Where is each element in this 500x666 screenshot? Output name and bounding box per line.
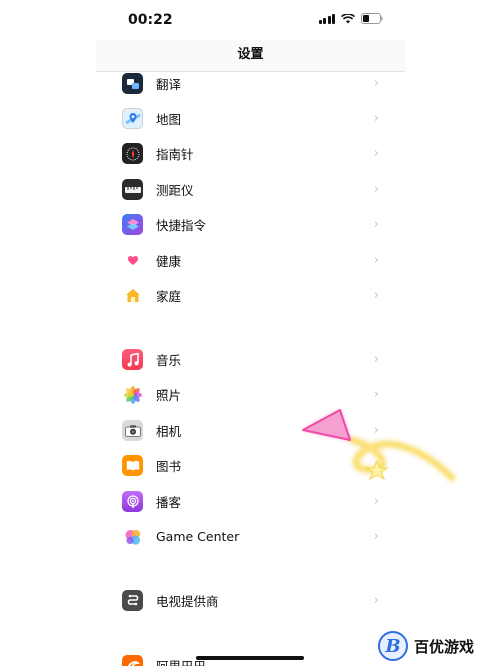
translate-icon [122, 73, 143, 94]
settings-item-measure[interactable]: 测距仪 › [96, 172, 405, 207]
battery-icon [361, 13, 383, 24]
settings-item-label: 地图 [156, 112, 182, 127]
alibaba-icon [122, 655, 143, 666]
chevron-right-icon: › [373, 217, 379, 232]
chevron-right-icon: › [373, 458, 379, 473]
chevron-right-icon: › [373, 253, 379, 268]
settings-item-label: 指南针 [156, 147, 194, 162]
settings-item-compass[interactable]: 指南针 › [96, 136, 405, 171]
camera-icon [122, 420, 143, 441]
compass-icon [122, 143, 143, 164]
settings-item-podcasts[interactable]: 播客 › [96, 484, 405, 519]
settings-item-label: 播客 [156, 495, 182, 510]
photos-icon [122, 384, 143, 405]
measure-icon [122, 179, 143, 200]
tv-provider-icon [122, 590, 143, 611]
books-icon [122, 455, 143, 476]
settings-item-label: 电视提供商 [156, 594, 219, 609]
home-indicator [196, 656, 304, 660]
settings-item-books[interactable]: 图书 › [96, 448, 405, 483]
chevron-right-icon: › [373, 146, 379, 161]
chevron-right-icon: › [373, 76, 379, 91]
settings-item-camera[interactable]: 相机 › [96, 413, 405, 448]
health-heart-icon [122, 250, 143, 271]
status-icons [318, 13, 384, 24]
watermark: B 百优游戏 [370, 626, 500, 666]
settings-item-maps[interactable]: 地图 › [96, 101, 405, 136]
settings-screen: 00:22 设置 翻译 › 地图 › 指南针 › 测距仪 › 快捷指令 › 健康… [96, 0, 405, 666]
game-center-icon [122, 526, 143, 547]
chevron-right-icon: › [373, 111, 379, 126]
shortcuts-icon [122, 214, 143, 235]
settings-item-health[interactable]: 健康 › [96, 243, 405, 278]
chevron-right-icon: › [373, 288, 379, 303]
cellular-signal-icon [318, 13, 335, 24]
settings-item-label: Game Center [156, 529, 240, 544]
settings-item-label: 照片 [156, 388, 182, 403]
settings-item-game-center[interactable]: Game Center › [96, 519, 405, 554]
wifi-icon [341, 13, 355, 24]
settings-item-photos[interactable]: 照片 › [96, 377, 405, 412]
settings-item-label: 家庭 [156, 289, 182, 304]
chevron-right-icon: › [373, 593, 379, 608]
settings-item-label: 相机 [156, 424, 182, 439]
settings-item-tv-provider[interactable]: 电视提供商 › [96, 583, 405, 618]
settings-item-label: 测距仪 [156, 183, 194, 198]
settings-item-translate[interactable]: 翻译 › [96, 66, 405, 101]
status-bar: 00:22 [96, 0, 405, 40]
home-icon [122, 285, 143, 306]
music-icon [122, 349, 143, 370]
settings-item-music[interactable]: 音乐 › [96, 342, 405, 377]
settings-item-home[interactable]: 家庭 › [96, 278, 405, 313]
settings-item-label: 音乐 [156, 353, 182, 368]
settings-item-label: 快捷指令 [156, 218, 207, 233]
watermark-logo-icon: B [378, 631, 408, 661]
watermark-text: 百优游戏 [414, 638, 475, 656]
settings-item-shortcuts[interactable]: 快捷指令 › [96, 207, 405, 242]
chevron-right-icon: › [373, 352, 379, 367]
settings-item-label: 健康 [156, 254, 182, 269]
settings-item-label: 翻译 [156, 77, 182, 92]
settings-item-label: 图书 [156, 459, 182, 474]
chevron-right-icon: › [373, 387, 379, 402]
status-time: 00:22 [128, 12, 173, 28]
podcasts-icon [122, 491, 143, 512]
chevron-right-icon: › [373, 423, 379, 438]
chevron-right-icon: › [373, 182, 379, 197]
chevron-right-icon: › [373, 494, 379, 509]
maps-icon [122, 108, 143, 129]
chevron-right-icon: › [373, 529, 379, 544]
